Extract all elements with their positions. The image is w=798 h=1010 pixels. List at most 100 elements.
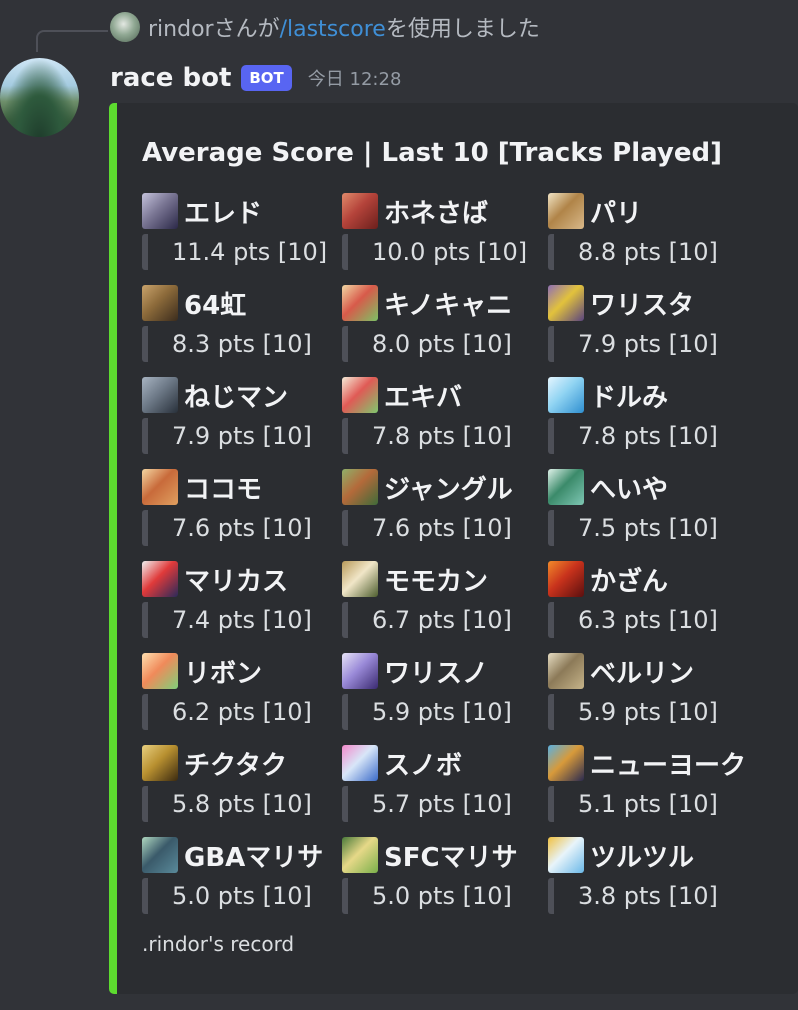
field-header: モモカン bbox=[342, 561, 542, 597]
track-thumbnail-icon bbox=[342, 653, 378, 689]
track-name: マリカス bbox=[184, 566, 289, 597]
track-thumbnail-icon bbox=[142, 377, 178, 413]
track-name: キノキャニ bbox=[384, 290, 513, 321]
embed-footer: .rindor's record bbox=[142, 932, 295, 956]
embed-field: ジャングル 7.6 pts [10] bbox=[342, 469, 542, 546]
field-header: リボン bbox=[142, 653, 342, 689]
field-header: キノキャニ bbox=[342, 285, 542, 321]
track-thumbnail-icon bbox=[142, 193, 178, 229]
track-score: 5.1 pts [10] bbox=[548, 786, 748, 822]
field-header: スノボ bbox=[342, 745, 542, 781]
field-header: かざん bbox=[548, 561, 748, 597]
author-name[interactable]: race bot bbox=[110, 63, 231, 93]
track-thumbnail-icon bbox=[142, 285, 178, 321]
track-thumbnail-icon bbox=[142, 837, 178, 873]
track-score: 7.8 pts [10] bbox=[342, 418, 542, 454]
embed-field: ねじマン 7.9 pts [10] bbox=[142, 377, 342, 454]
embed-field: キノキャニ 8.0 pts [10] bbox=[342, 285, 542, 362]
track-score: 7.9 pts [10] bbox=[548, 326, 748, 362]
track-score: 8.8 pts [10] bbox=[548, 234, 748, 270]
track-score: 5.9 pts [10] bbox=[548, 694, 748, 730]
reply-context[interactable]: rindorさんが/lastscoreを使用しました bbox=[110, 10, 540, 44]
track-thumbnail-icon bbox=[342, 561, 378, 597]
embed-field: リボン 6.2 pts [10] bbox=[142, 653, 342, 730]
message-header: race bot BOT 今日 12:28 bbox=[110, 58, 401, 98]
embed-field: GBAマリサ 5.0 pts [10] bbox=[142, 837, 342, 914]
field-header: ワリスタ bbox=[548, 285, 748, 321]
embed-field: マリカス 7.4 pts [10] bbox=[142, 561, 342, 638]
track-name: エレド bbox=[184, 198, 263, 229]
track-thumbnail-icon bbox=[548, 285, 584, 321]
track-score: 5.7 pts [10] bbox=[342, 786, 542, 822]
track-score: 8.0 pts [10] bbox=[342, 326, 542, 362]
track-thumbnail-icon bbox=[142, 653, 178, 689]
track-thumbnail-icon bbox=[142, 745, 178, 781]
track-name: ベルリン bbox=[590, 658, 695, 689]
track-score: 6.3 pts [10] bbox=[548, 602, 748, 638]
track-score: 7.4 pts [10] bbox=[142, 602, 342, 638]
track-score: 5.8 pts [10] bbox=[142, 786, 342, 822]
field-header: ホネさば bbox=[342, 193, 542, 229]
track-thumbnail-icon bbox=[548, 745, 584, 781]
track-name: スノボ bbox=[384, 750, 463, 781]
field-header: ココモ bbox=[142, 469, 342, 505]
track-name: ねじマン bbox=[184, 382, 289, 413]
track-score: 8.3 pts [10] bbox=[142, 326, 342, 362]
track-name: かざん bbox=[590, 566, 669, 597]
track-score: 7.8 pts [10] bbox=[548, 418, 748, 454]
track-name: へいや bbox=[590, 474, 669, 505]
field-header: ベルリン bbox=[548, 653, 748, 689]
embed-field: ベルリン 5.9 pts [10] bbox=[548, 653, 748, 730]
track-name: パリ bbox=[590, 198, 643, 229]
reply-text-after: を使用しました bbox=[385, 17, 540, 42]
field-header: ツルツル bbox=[548, 837, 748, 873]
track-name: ドルみ bbox=[590, 382, 669, 413]
field-header: パリ bbox=[548, 193, 748, 229]
reply-command-link[interactable]: /lastscore bbox=[280, 17, 386, 42]
track-thumbnail-icon bbox=[342, 377, 378, 413]
track-thumbnail-icon bbox=[142, 469, 178, 505]
embed-field: ニューヨーク 5.1 pts [10] bbox=[548, 745, 748, 822]
field-header: SFCマリサ bbox=[342, 837, 542, 873]
track-name: GBAマリサ bbox=[184, 842, 324, 873]
embed-field: モモカン 6.7 pts [10] bbox=[342, 561, 542, 638]
track-score: 5.0 pts [10] bbox=[142, 878, 342, 914]
reply-text-before: さんが bbox=[213, 17, 280, 42]
embed-field: ホネさば 10.0 pts [10] bbox=[342, 193, 542, 270]
track-score: 5.9 pts [10] bbox=[342, 694, 542, 730]
embed-field: 64虹 8.3 pts [10] bbox=[142, 285, 342, 362]
field-header: エキバ bbox=[342, 377, 542, 413]
embed-field: エキバ 7.8 pts [10] bbox=[342, 377, 542, 454]
field-header: GBAマリサ bbox=[142, 837, 342, 873]
embed-field: エレド 11.4 pts [10] bbox=[142, 193, 342, 270]
track-name: ワリスノ bbox=[384, 658, 489, 689]
field-header: エレド bbox=[142, 193, 342, 229]
track-score: 11.4 pts [10] bbox=[142, 234, 342, 270]
embed-field: ワリスタ 7.9 pts [10] bbox=[548, 285, 748, 362]
track-name: ジャングル bbox=[384, 474, 513, 505]
track-thumbnail-icon bbox=[342, 285, 378, 321]
track-name: ワリスタ bbox=[590, 290, 695, 321]
track-thumbnail-icon bbox=[548, 837, 584, 873]
embed-field: パリ 8.8 pts [10] bbox=[548, 193, 748, 270]
bot-avatar[interactable] bbox=[0, 58, 79, 137]
reply-username[interactable]: rindor bbox=[148, 17, 214, 42]
field-header: ねじマン bbox=[142, 377, 342, 413]
track-thumbnail-icon bbox=[342, 837, 378, 873]
message-timestamp[interactable]: 今日 12:28 bbox=[308, 65, 402, 91]
track-name: ホネさば bbox=[384, 198, 489, 229]
field-header: へいや bbox=[548, 469, 748, 505]
track-thumbnail-icon bbox=[548, 193, 584, 229]
track-name: リボン bbox=[184, 658, 263, 689]
track-score: 7.9 pts [10] bbox=[142, 418, 342, 454]
track-name: SFCマリサ bbox=[384, 842, 518, 873]
track-score: 7.6 pts [10] bbox=[342, 510, 542, 546]
track-score: 7.5 pts [10] bbox=[548, 510, 748, 546]
track-thumbnail-icon bbox=[548, 653, 584, 689]
reply-user-avatar[interactable] bbox=[110, 12, 140, 42]
field-header: ワリスノ bbox=[342, 653, 542, 689]
track-thumbnail-icon bbox=[548, 377, 584, 413]
embed-field: ワリスノ 5.9 pts [10] bbox=[342, 653, 542, 730]
track-score: 6.2 pts [10] bbox=[142, 694, 342, 730]
track-score: 7.6 pts [10] bbox=[142, 510, 342, 546]
